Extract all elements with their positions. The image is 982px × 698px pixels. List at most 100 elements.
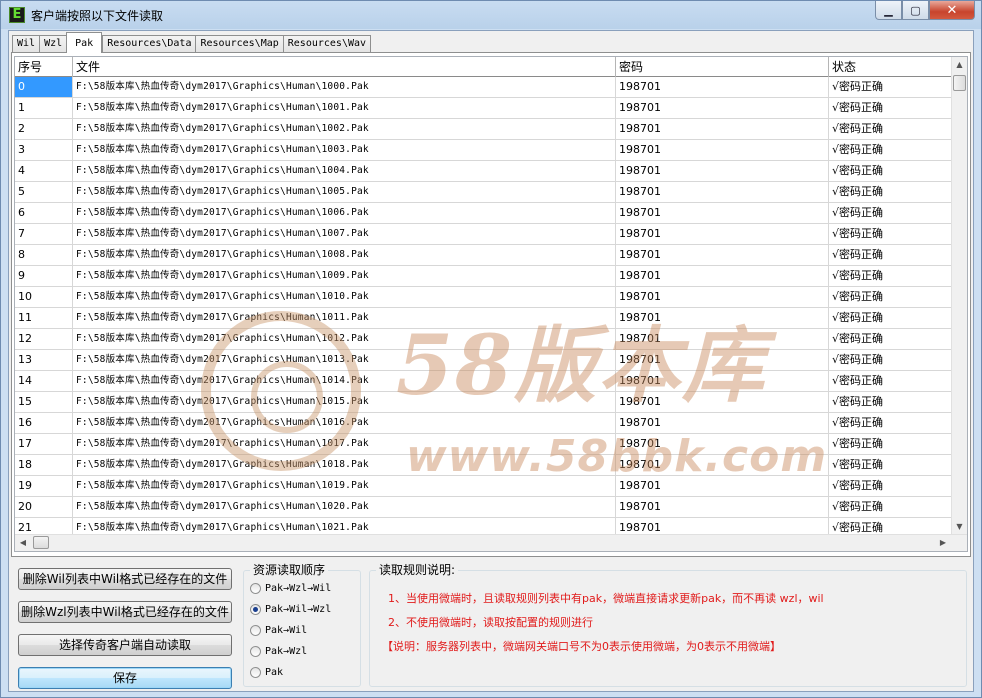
radio-order-1[interactable]: Pak→Wil→Wzl — [250, 604, 331, 615]
horizontal-scrollbar[interactable]: ◀ ▶ — [15, 534, 967, 551]
cell-file[interactable]: F:\58版本库\热血传奇\dym2017\Graphics\Human\101… — [73, 413, 616, 433]
cell-status[interactable]: √密码正确 — [829, 203, 953, 223]
cell-file[interactable]: F:\58版本库\热血传奇\dym2017\Graphics\Human\102… — [73, 497, 616, 517]
tab-resources-map[interactable]: Resources\Map — [195, 35, 283, 53]
cell-file[interactable]: F:\58版本库\热血传奇\dym2017\Graphics\Human\101… — [73, 350, 616, 370]
close-button[interactable]: ✕ — [929, 1, 975, 20]
cell-status[interactable]: √密码正确 — [829, 392, 953, 412]
radio-icon[interactable] — [250, 646, 261, 657]
radio-icon[interactable] — [250, 667, 261, 678]
cell-status[interactable]: √密码正确 — [829, 266, 953, 286]
vertical-scroll-thumb[interactable] — [953, 75, 966, 91]
tab-wzl[interactable]: Wzl — [39, 35, 67, 53]
cell-password[interactable]: 198701 — [616, 308, 829, 328]
horizontal-scroll-thumb[interactable] — [33, 536, 49, 549]
cell-file[interactable]: F:\58版本库\热血传奇\dym2017\Graphics\Human\100… — [73, 245, 616, 265]
cell-status[interactable]: √密码正确 — [829, 413, 953, 433]
column-header-file[interactable]: 文件 — [73, 57, 616, 77]
cell-file[interactable]: F:\58版本库\热血传奇\dym2017\Graphics\Human\100… — [73, 224, 616, 244]
cell-file[interactable]: F:\58版本库\热血传奇\dym2017\Graphics\Human\100… — [73, 140, 616, 160]
cell-index[interactable]: 14 — [15, 371, 73, 391]
cell-password[interactable]: 198701 — [616, 350, 829, 370]
cell-index[interactable]: 8 — [15, 245, 73, 265]
cell-password[interactable]: 198701 — [616, 77, 829, 97]
radio-order-0[interactable]: Pak→Wzl→Wil — [250, 583, 331, 594]
table-row[interactable]: 9 F:\58版本库\热血传奇\dym2017\Graphics\Human\10… — [15, 266, 953, 287]
radio-checked-icon[interactable] — [250, 604, 261, 615]
minimize-button[interactable]: ▁ — [875, 1, 902, 20]
cell-index[interactable]: 10 — [15, 287, 73, 307]
cell-index[interactable]: 17 — [15, 434, 73, 454]
cell-status[interactable]: √密码正确 — [829, 371, 953, 391]
cell-password[interactable]: 198701 — [616, 455, 829, 475]
cell-index[interactable]: 20 — [15, 497, 73, 517]
cell-password[interactable]: 198701 — [616, 497, 829, 517]
cell-status[interactable]: √密码正确 — [829, 98, 953, 118]
table-row[interactable]: 14 F:\58版本库\热血传奇\dym2017\Graphics\Human\1… — [15, 371, 953, 392]
cell-password[interactable]: 198701 — [616, 119, 829, 139]
cell-status[interactable]: √密码正确 — [829, 182, 953, 202]
cell-file[interactable]: F:\58版本库\热血传奇\dym2017\Graphics\Human\100… — [73, 161, 616, 181]
tab-pak[interactable]: Pak — [66, 32, 103, 53]
cell-file[interactable]: F:\58版本库\热血传奇\dym2017\Graphics\Human\100… — [73, 98, 616, 118]
cell-index[interactable]: 18 — [15, 455, 73, 475]
cell-status[interactable]: √密码正确 — [829, 329, 953, 349]
radio-icon[interactable] — [250, 625, 261, 636]
table-row[interactable]: 8 F:\58版本库\热血传奇\dym2017\Graphics\Human\10… — [15, 245, 953, 266]
cell-status[interactable]: √密码正确 — [829, 350, 953, 370]
cell-file[interactable]: F:\58版本库\热血传奇\dym2017\Graphics\Human\101… — [73, 287, 616, 307]
cell-password[interactable]: 198701 — [616, 203, 829, 223]
table-row[interactable]: 11 F:\58版本库\热血传奇\dym2017\Graphics\Human\1… — [15, 308, 953, 329]
cell-status[interactable]: √密码正确 — [829, 245, 953, 265]
column-header-status[interactable]: 状态 — [829, 57, 953, 77]
tab-wil[interactable]: Wil — [12, 35, 40, 53]
cell-password[interactable]: 198701 — [616, 371, 829, 391]
auto-read-button[interactable]: 选择传奇客户端自动读取 — [18, 634, 232, 656]
table-row[interactable]: 1 F:\58版本库\热血传奇\dym2017\Graphics\Human\10… — [15, 98, 953, 119]
cell-index[interactable]: 5 — [15, 182, 73, 202]
cell-password[interactable]: 198701 — [616, 266, 829, 286]
cell-status[interactable]: √密码正确 — [829, 161, 953, 181]
cell-index[interactable]: 13 — [15, 350, 73, 370]
delete-wzl-button[interactable]: 删除Wzl列表中Wil格式已经存在的文件 — [18, 601, 232, 623]
vertical-scrollbar[interactable]: ▲ ▼ — [951, 57, 967, 535]
cell-password[interactable]: 198701 — [616, 329, 829, 349]
cell-status[interactable]: √密码正确 — [829, 287, 953, 307]
cell-status[interactable]: √密码正确 — [829, 476, 953, 496]
cell-index[interactable]: 7 — [15, 224, 73, 244]
table-row[interactable]: 7 F:\58版本库\热血传奇\dym2017\Graphics\Human\10… — [15, 224, 953, 245]
cell-status[interactable]: √密码正确 — [829, 455, 953, 475]
scroll-right-icon[interactable]: ▶ — [935, 535, 951, 551]
cell-index[interactable]: 0 — [15, 77, 73, 97]
cell-index[interactable]: 1 — [15, 98, 73, 118]
radio-order-3[interactable]: Pak→Wzl — [250, 646, 307, 657]
cell-file[interactable]: F:\58版本库\热血传奇\dym2017\Graphics\Human\100… — [73, 182, 616, 202]
cell-status[interactable]: √密码正确 — [829, 308, 953, 328]
table-row[interactable]: 16 F:\58版本库\热血传奇\dym2017\Graphics\Human\1… — [15, 413, 953, 434]
cell-index[interactable]: 3 — [15, 140, 73, 160]
table-row[interactable]: 4 F:\58版本库\热血传奇\dym2017\Graphics\Human\10… — [15, 161, 953, 182]
cell-file[interactable]: F:\58版本库\热血传奇\dym2017\Graphics\Human\100… — [73, 203, 616, 223]
radio-icon[interactable] — [250, 583, 261, 594]
cell-index[interactable]: 9 — [15, 266, 73, 286]
table-row[interactable]: 19 F:\58版本库\热血传奇\dym2017\Graphics\Human\1… — [15, 476, 953, 497]
scroll-up-icon[interactable]: ▲ — [952, 57, 967, 73]
cell-file[interactable]: F:\58版本库\热血传奇\dym2017\Graphics\Human\101… — [73, 329, 616, 349]
cell-password[interactable]: 198701 — [616, 182, 829, 202]
cell-file[interactable]: F:\58版本库\热血传奇\dym2017\Graphics\Human\101… — [73, 476, 616, 496]
save-button[interactable]: 保存 — [18, 667, 232, 689]
cell-index[interactable]: 4 — [15, 161, 73, 181]
cell-status[interactable]: √密码正确 — [829, 434, 953, 454]
cell-password[interactable]: 198701 — [616, 245, 829, 265]
cell-password[interactable]: 198701 — [616, 287, 829, 307]
table-row[interactable]: 20 F:\58版本库\热血传奇\dym2017\Graphics\Human\1… — [15, 497, 953, 518]
scroll-left-icon[interactable]: ◀ — [15, 535, 31, 551]
cell-file[interactable]: F:\58版本库\热血传奇\dym2017\Graphics\Human\100… — [73, 119, 616, 139]
cell-index[interactable]: 16 — [15, 413, 73, 433]
cell-file[interactable]: F:\58版本库\热血传奇\dym2017\Graphics\Human\101… — [73, 455, 616, 475]
cell-password[interactable]: 198701 — [616, 434, 829, 454]
cell-password[interactable]: 198701 — [616, 224, 829, 244]
tab-resources-data[interactable]: Resources\Data — [102, 35, 196, 53]
cell-index[interactable]: 12 — [15, 329, 73, 349]
cell-file[interactable]: F:\58版本库\热血传奇\dym2017\Graphics\Human\101… — [73, 434, 616, 454]
